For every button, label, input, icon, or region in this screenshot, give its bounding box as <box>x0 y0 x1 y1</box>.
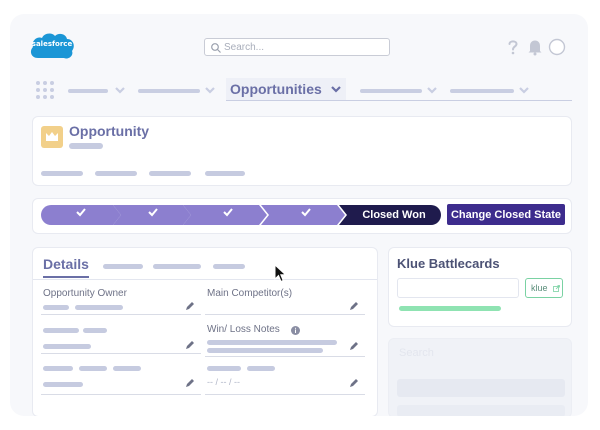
path-stage-1[interactable] <box>41 205 121 225</box>
klue-search-input[interactable] <box>397 278 519 298</box>
help-icon[interactable] <box>504 38 522 56</box>
faded-search-label: Search <box>399 347 434 359</box>
nav-tab-1[interactable] <box>68 84 130 100</box>
check-icon <box>223 208 233 217</box>
field-label-win-loss-notes: Win/ Loss Notes <box>207 324 280 335</box>
check-icon <box>76 208 86 217</box>
nav-tab-placeholder <box>450 89 514 93</box>
date-value: -- / -- / -- <box>207 377 240 387</box>
chevron-down-icon <box>115 87 125 94</box>
change-closed-state-button[interactable]: Change Closed State <box>447 204 565 225</box>
field-placeholder <box>149 171 191 176</box>
opportunity-path: Closed Won Change Closed State <box>32 198 572 234</box>
check-icon <box>148 208 158 217</box>
avatar[interactable] <box>548 38 566 56</box>
field-label-main-competitors: Main Competitor(s) <box>207 288 293 299</box>
field-divider <box>205 356 365 357</box>
klue-title: Klue Battlecards <box>397 256 500 271</box>
chevron-down-icon <box>427 87 437 94</box>
field-label-placeholder <box>207 366 241 371</box>
klue-button-label: klue <box>531 283 548 293</box>
edit-pencil-icon[interactable] <box>349 378 359 388</box>
edit-pencil-icon[interactable] <box>349 341 359 351</box>
search-input[interactable] <box>224 41 384 54</box>
check-icon <box>301 208 311 217</box>
field-value-placeholder <box>43 382 83 387</box>
faded-input[interactable] <box>397 379 565 397</box>
path-stage-2[interactable] <box>113 205 191 225</box>
faded-search-panel: Search <box>388 338 572 416</box>
path-stage-3[interactable] <box>183 205 267 225</box>
klue-loading-bar <box>399 306 501 311</box>
field-label-placeholder <box>113 366 141 371</box>
notes-placeholder <box>207 348 323 353</box>
edit-pencil-icon[interactable] <box>185 340 195 350</box>
chevron-down-icon <box>519 87 529 94</box>
field-label-placeholder <box>83 328 107 333</box>
divider <box>33 279 377 280</box>
nav-tab-2[interactable] <box>138 84 218 100</box>
bell-icon[interactable] <box>526 38 544 56</box>
field-value-placeholder <box>43 305 69 310</box>
edit-pencil-icon[interactable] <box>185 301 195 311</box>
nav-tab-label: Opportunities <box>230 81 322 97</box>
search-icon <box>211 43 221 53</box>
klue-open-button[interactable]: klue <box>525 278 563 298</box>
field-divider <box>41 314 201 315</box>
chevron-down-icon <box>205 87 215 94</box>
record-name-placeholder <box>69 143 103 149</box>
current-stage-label: Closed Won <box>362 209 426 221</box>
field-label-placeholder <box>247 366 275 371</box>
nav-tab-5[interactable] <box>450 84 532 100</box>
field-label-placeholder <box>79 366 107 371</box>
nav-tab-opportunities[interactable]: Opportunities <box>226 78 346 100</box>
field-divider <box>205 314 365 315</box>
chevron-down-icon <box>331 86 341 93</box>
nav-tab-placeholder <box>138 89 200 93</box>
page-title: Opportunity <box>69 123 150 139</box>
global-search[interactable] <box>204 38 390 56</box>
field-placeholder <box>41 171 83 176</box>
external-link-icon <box>553 285 560 292</box>
tab-placeholder[interactable] <box>103 264 143 269</box>
nav-tab-4[interactable] <box>360 84 440 100</box>
path-stage-4[interactable] <box>261 205 345 225</box>
logo-text: salesforce <box>31 40 73 48</box>
notes-placeholder <box>207 340 337 345</box>
app-launcher-icon[interactable] <box>35 80 55 100</box>
field-placeholder <box>95 171 137 176</box>
nav-underline <box>226 100 572 101</box>
active-tab-indicator <box>43 276 89 278</box>
field-label-opportunity-owner: Opportunity Owner <box>43 288 127 299</box>
field-value-placeholder <box>43 344 91 349</box>
tab-placeholder[interactable] <box>153 264 201 269</box>
field-divider <box>205 394 365 395</box>
edit-pencil-icon[interactable] <box>349 301 359 311</box>
faded-placeholder <box>397 405 565 416</box>
opportunity-crown-icon <box>41 126 63 148</box>
nav-tab-placeholder <box>360 89 422 93</box>
klue-battlecards-panel: Klue Battlecards klue <box>388 247 572 327</box>
tab-details[interactable]: Details <box>43 256 89 272</box>
field-value-placeholder <box>75 305 123 310</box>
app-frame: salesforce Opportunities <box>10 14 588 416</box>
field-label-placeholder <box>43 328 79 333</box>
field-divider <box>41 353 201 354</box>
tab-placeholder[interactable] <box>213 264 245 269</box>
details-panel: Details Opportunity Owner Main Competito… <box>32 247 378 416</box>
field-divider <box>41 394 201 395</box>
field-label-placeholder <box>43 366 73 371</box>
opportunity-header-card: Opportunity <box>32 116 572 186</box>
info-icon[interactable] <box>291 326 300 335</box>
field-placeholder <box>205 171 245 176</box>
edit-pencil-icon[interactable] <box>185 378 195 388</box>
salesforce-logo[interactable]: salesforce <box>28 30 76 62</box>
mouse-cursor-icon <box>274 264 287 283</box>
nav-tab-placeholder <box>68 89 108 93</box>
